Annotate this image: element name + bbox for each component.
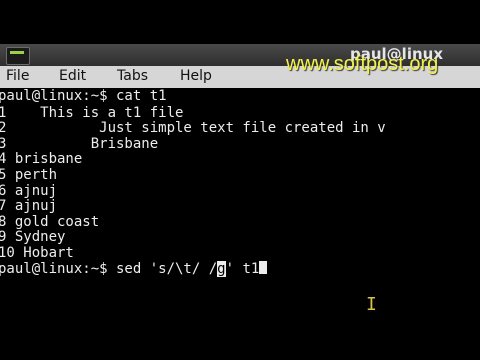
terminal-output-line: 3 Brisbane (0, 136, 159, 152)
terminal-icon[interactable] (6, 47, 30, 65)
terminal-output-line: 9 Sydney (0, 229, 66, 245)
terminal-output-line: 1 This is a t1 file (0, 105, 184, 121)
terminal-output-line: 6 ajnuj (0, 183, 58, 199)
menu-file[interactable]: File (6, 68, 29, 84)
terminal-input-line[interactable]: paul@linux:~$ sed 's/\t/ /g' t1 (0, 261, 268, 277)
terminal-area[interactable]: paul@linux:~$ cat t1 1 This is a t1 file… (0, 88, 480, 322)
menu-edit[interactable]: Edit (59, 68, 86, 84)
menu-help[interactable]: Help (180, 68, 212, 84)
command-text-tail: ' t1 (225, 261, 260, 277)
terminal-output-line: 10 Hobart (0, 245, 74, 261)
terminal-output-line: 7 ajnuj (0, 198, 58, 214)
selected-char: g (217, 261, 226, 277)
terminal-output-line: 4 brisbane (0, 151, 83, 167)
terminal-output-line: 8 gold coast (0, 214, 100, 230)
command-text: paul@linux:~$ sed 's/\t/ / (0, 261, 218, 277)
text-cursor-icon: I (366, 294, 377, 315)
terminal-command-line: paul@linux:~$ cat t1 (0, 88, 167, 104)
terminal-output-line: 5 perth (0, 167, 58, 183)
watermark-text: www.softpost.org (286, 53, 439, 75)
terminal-cursor (259, 261, 268, 274)
terminal-output-line: 2 Just simple text file created in v (0, 120, 386, 136)
menu-tabs[interactable]: Tabs (117, 68, 148, 84)
